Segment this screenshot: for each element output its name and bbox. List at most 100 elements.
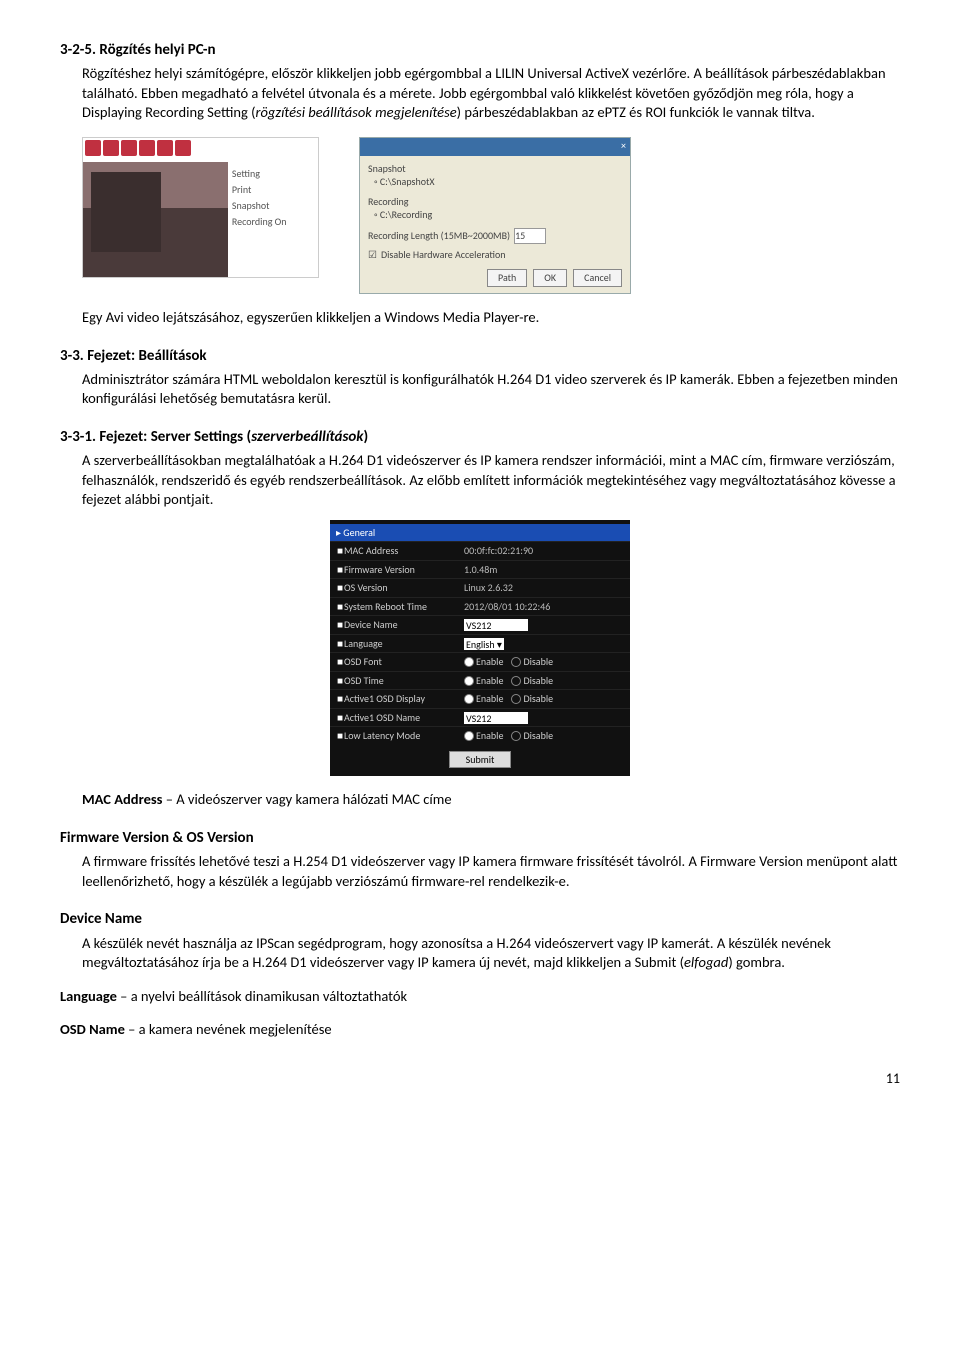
radio-enable[interactable]: Enable xyxy=(464,729,503,743)
panel-select[interactable]: English ▾ xyxy=(464,638,504,650)
section-3-3-1-paragraph: A szerverbeállításokban megtalálhatóak a… xyxy=(82,451,900,510)
osd-name-line: OSD Name – a kamera nevének megjelenítés… xyxy=(60,1020,900,1040)
ok-button[interactable]: OK xyxy=(533,269,567,287)
toolbar-icon xyxy=(85,140,101,156)
panel-row-label: Device Name xyxy=(344,618,464,632)
camera-still xyxy=(83,162,228,277)
section-3-2-5-heading: 3-2-5. Rögzítés helyi PC-n xyxy=(60,40,900,60)
panel-text-input[interactable]: VS212 xyxy=(464,712,528,724)
bullet-icon: ■ xyxy=(336,692,344,706)
radio-disable[interactable]: Disable xyxy=(511,729,553,743)
cancel-button[interactable]: Cancel xyxy=(573,269,622,287)
radio-enable[interactable]: Enable xyxy=(464,674,503,688)
checkbox-icon[interactable]: ☑ xyxy=(368,248,377,262)
panel-row-value: Linux 2.6.32 xyxy=(464,581,513,595)
panel-row-label: Active1 OSD Display xyxy=(344,692,464,706)
radio-enable[interactable]: Enable xyxy=(464,655,503,669)
context-menu-item[interactable]: Recording On xyxy=(232,214,314,230)
text: 3-3-1. Fejezet: Server Settings ( xyxy=(60,428,251,446)
snapshot-path-radio[interactable]: ◦ C:\SnapshotX xyxy=(374,175,622,189)
text: ) xyxy=(364,428,369,446)
panel-row: ■MAC Address00:0f:fc:02:21:90 xyxy=(330,541,630,560)
context-menu-item[interactable]: Setting xyxy=(232,166,314,182)
close-icon[interactable]: × xyxy=(621,139,626,155)
text: ) gombra. xyxy=(728,953,785,971)
panel-row-label: Language xyxy=(344,637,464,651)
radio-disable[interactable]: Disable xyxy=(511,692,553,706)
device-name-heading: Device Name xyxy=(60,909,900,929)
context-menu-item[interactable]: Snapshot xyxy=(232,198,314,214)
osd-name-text: a kamera nevének megjelenítése xyxy=(139,1020,332,1038)
recording-length-label: Recording Length (15MB~2000MB) xyxy=(368,229,510,243)
language-line: Language – a nyelvi beállítások dinamiku… xyxy=(60,987,900,1007)
hw-accel-row[interactable]: ☑ Disable Hardware Acceleration xyxy=(368,248,622,262)
recording-length-input[interactable]: 15 xyxy=(514,228,546,244)
panel-row: ■System Reboot Time2012/08/01 10:22:46 xyxy=(330,597,630,616)
radio-enable[interactable]: Enable xyxy=(464,692,503,706)
mac-address-text: A videószerver vagy kamera hálózati MAC … xyxy=(176,790,451,808)
recording-group: Recording ◦ C:\Recording xyxy=(368,195,622,222)
bullet-icon: ■ xyxy=(336,544,344,558)
toolbar-icon xyxy=(157,140,173,156)
language-text: a nyelvi beállítások dinamikusan változt… xyxy=(131,987,407,1005)
text: ) párbeszédablakban az ePTZ és ROI funkc… xyxy=(457,103,815,121)
panel-row-value: 00:0f:fc:02:21:90 xyxy=(464,544,533,558)
snapshot-group: Snapshot ◦ C:\SnapshotX xyxy=(368,162,622,189)
radio-disable[interactable]: Disable xyxy=(511,655,553,669)
panel-row-label: MAC Address xyxy=(344,544,464,558)
sep: – xyxy=(125,1020,139,1038)
panel-row: ■OS VersionLinux 2.6.32 xyxy=(330,578,630,597)
bullet-icon: ■ xyxy=(336,674,344,688)
context-menu: Setting Print Snapshot Recording On xyxy=(228,162,318,277)
panel-row-label: OSD Time xyxy=(344,674,464,688)
panel-text-input[interactable]: VS212 xyxy=(464,619,528,631)
bullet-icon: ■ xyxy=(336,729,344,743)
section-3-3-heading: 3-3. Fejezet: Beállítások xyxy=(60,346,900,366)
panel-row-label: System Reboot Time xyxy=(344,600,464,614)
bullet-icon: ■ xyxy=(336,655,344,669)
panel-row: ■Active1 OSD NameVS212 xyxy=(330,708,630,727)
bullet-icon: ■ xyxy=(336,711,344,725)
language-label: Language xyxy=(60,987,117,1005)
text-italic: szerverbeállítások xyxy=(251,428,363,446)
dialog-title xyxy=(364,139,366,155)
bullet-icon: ■ xyxy=(336,600,344,614)
server-settings-panel: ▸ General ■MAC Address00:0f:fc:02:21:90■… xyxy=(330,520,630,777)
panel-title: ▸ General xyxy=(330,524,630,542)
panel-row: ■OSD FontEnable Disable xyxy=(330,652,630,671)
panel-row-value: 1.0.48m xyxy=(464,563,497,577)
path-button[interactable]: Path xyxy=(487,269,527,287)
bullet-icon: ■ xyxy=(336,563,344,577)
panel-row-label: Active1 OSD Name xyxy=(344,711,464,725)
text-italic: elfogad xyxy=(684,953,728,971)
recording-path-radio[interactable]: ◦ C:\Recording xyxy=(374,208,622,222)
mac-address-label: MAC Address xyxy=(82,790,162,808)
context-menu-item[interactable]: Print xyxy=(232,182,314,198)
bullet-icon: ■ xyxy=(336,637,344,651)
toolbar-icon xyxy=(103,140,119,156)
group-label: Snapshot xyxy=(368,162,622,176)
mac-address-line: MAC Address – A videószerver vagy kamera… xyxy=(82,790,900,810)
device-name-paragraph: A készülék nevét használja az IPScan seg… xyxy=(82,934,900,973)
panel-row: ■LanguageEnglish ▾ xyxy=(330,634,630,653)
recording-setting-dialog: × Snapshot ◦ C:\SnapshotX Recording ◦ C:… xyxy=(359,137,631,294)
submit-button[interactable]: Submit xyxy=(449,751,511,769)
toolbar-icons xyxy=(83,138,318,162)
radio-disable[interactable]: Disable xyxy=(511,674,553,688)
panel-row: ■Firmware Version1.0.48m xyxy=(330,560,630,579)
section-3-2-5-paragraph: Rögzítéshez helyi számítógépre, először … xyxy=(82,64,900,123)
toolbar-icon xyxy=(121,140,137,156)
activex-context-menu-screenshot: Setting Print Snapshot Recording On xyxy=(82,137,319,278)
sep: – xyxy=(162,790,176,808)
sep: – xyxy=(117,987,131,1005)
toolbar-icon xyxy=(175,140,191,156)
section-3-3-paragraph: Adminisztrátor számára HTML weboldalon k… xyxy=(82,370,900,409)
section-3-3-1-heading: 3-3-1. Fejezet: Server Settings (szerver… xyxy=(60,427,900,447)
avi-note: Egy Avi video lejátszásához, egyszerűen … xyxy=(82,308,900,328)
bullet-icon: ■ xyxy=(336,581,344,595)
figure-row: Setting Print Snapshot Recording On × Sn… xyxy=(82,137,900,294)
panel-row: ■OSD TimeEnable Disable xyxy=(330,671,630,690)
panel-row-label: OS Version xyxy=(344,581,464,595)
panel-row-value: 2012/08/01 10:22:46 xyxy=(464,600,550,614)
panel-row-label: OSD Font xyxy=(344,655,464,669)
